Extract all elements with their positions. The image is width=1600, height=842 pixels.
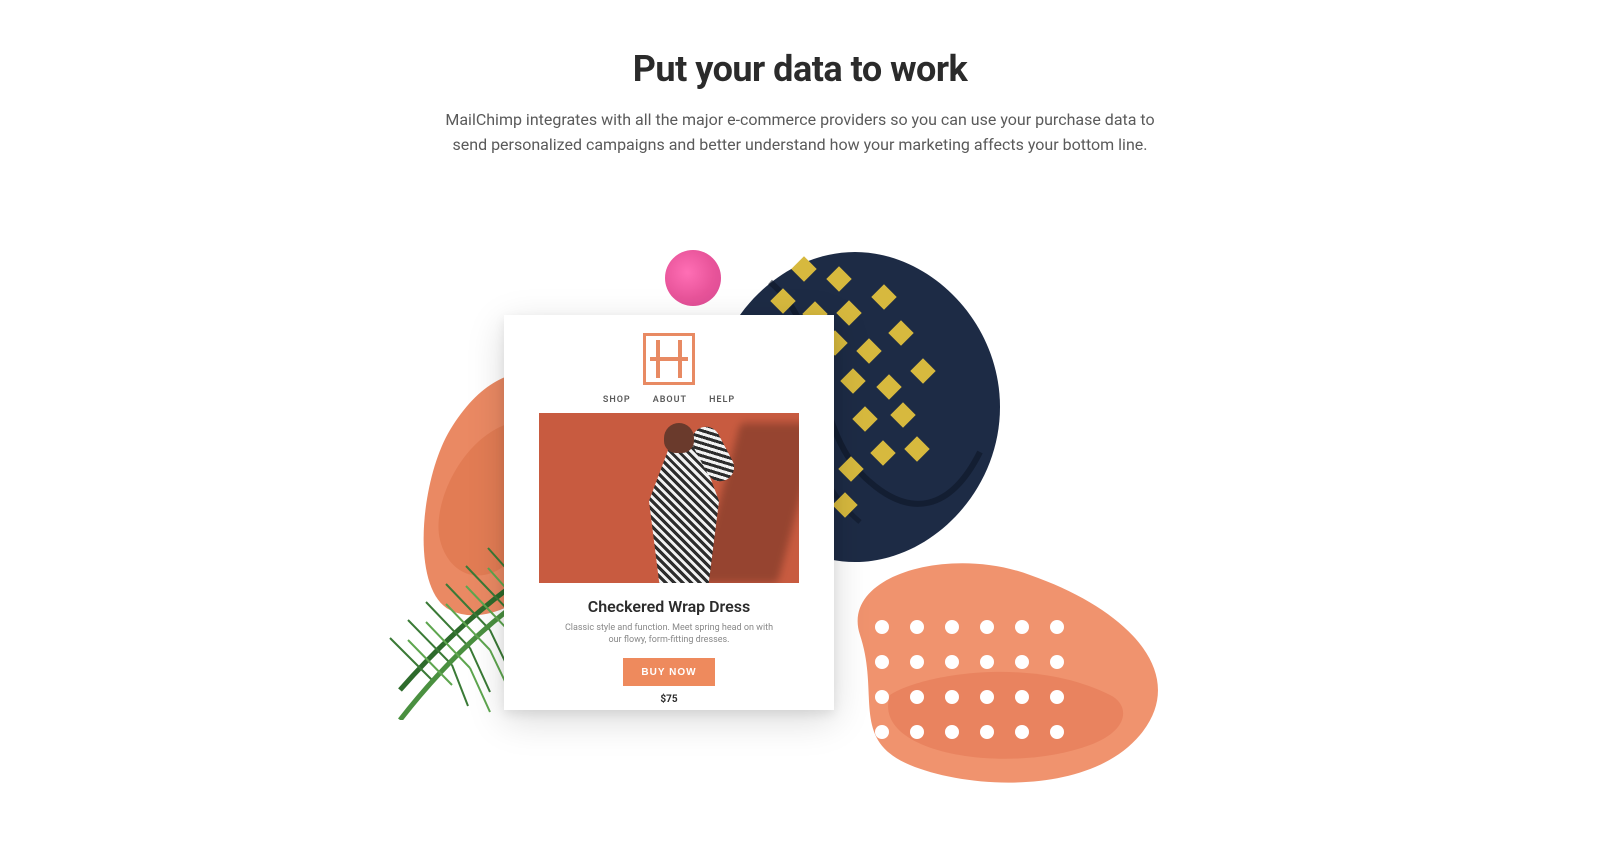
product-description: Classic style and function. Meet spring … (564, 622, 774, 646)
nav-help[interactable]: HELP (709, 395, 735, 405)
nav-about[interactable]: ABOUT (653, 395, 687, 405)
product-image (539, 413, 799, 583)
hero-illustration: SHOP ABOUT HELP Checkered Wrap Dress Cla… (480, 230, 1120, 790)
card-nav: SHOP ABOUT HELP (520, 395, 818, 405)
subhead: MailChimp integrates with all the major … (440, 108, 1160, 158)
pink-circle-decoration (665, 250, 721, 306)
nav-shop[interactable]: SHOP (603, 395, 631, 405)
product-title: Checkered Wrap Dress (520, 597, 818, 616)
buy-now-button[interactable]: BUY NOW (623, 658, 715, 686)
header-block: Put your data to work MailChimp integrat… (440, 48, 1160, 158)
page: Put your data to work MailChimp integrat… (0, 0, 1600, 842)
headline: Put your data to work (440, 48, 1160, 90)
product-price: $75 (520, 694, 818, 705)
dot-pattern (840, 620, 1100, 760)
brand-logo-icon (643, 333, 695, 385)
email-preview-card: SHOP ABOUT HELP Checkered Wrap Dress Cla… (504, 315, 834, 710)
